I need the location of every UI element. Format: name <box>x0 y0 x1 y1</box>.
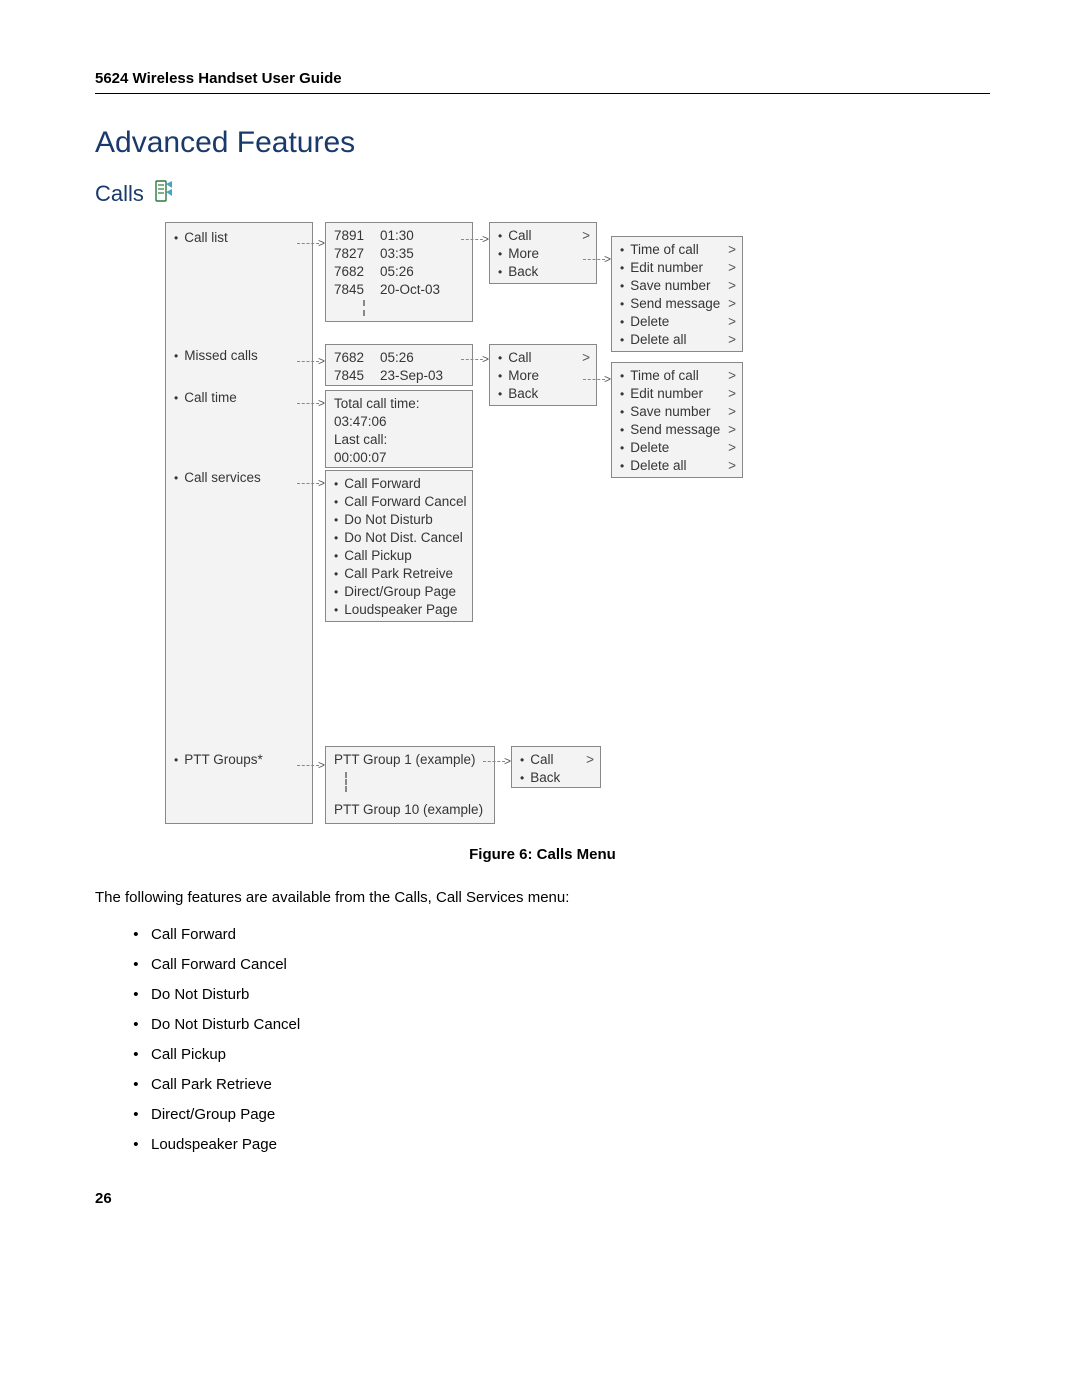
arrow-icon <box>297 758 325 772</box>
ptt-group-1: PTT Group 1 (example) <box>334 751 476 769</box>
arrow-icon <box>297 396 325 410</box>
feature-item: Do Not Disturb Cancel <box>151 1010 990 1040</box>
more-edit-number: Edit number <box>620 385 734 403</box>
heading-calls-text: Calls <box>95 181 144 207</box>
heading-calls: Calls <box>95 180 990 208</box>
service-call-forward-cancel: Call Forward Cancel <box>334 493 464 511</box>
call-time: 01:30 <box>380 228 414 243</box>
more-edit-number: Edit number <box>620 259 734 277</box>
main-menu-box: Call list Missed calls Call time Call se… <box>165 222 313 824</box>
feature-item: Call Forward Cancel <box>151 950 990 980</box>
service-call-forward: Call Forward <box>334 475 464 493</box>
feature-item: Loudspeaker Page <box>151 1130 990 1160</box>
submenu-call: Call <box>498 227 588 245</box>
missed-date: 23-Sep-03 <box>380 368 443 383</box>
feature-item: Call Park Retrieve <box>151 1070 990 1100</box>
missed-submenu-box: Call More Back <box>489 344 597 406</box>
more-options-box-2: Time of call Edit number Save number Sen… <box>611 362 743 478</box>
more-delete-all: Delete all <box>620 331 734 349</box>
submenu-back: Back <box>498 263 588 281</box>
arrow-icon <box>297 354 325 368</box>
missed-time: 05:26 <box>380 350 414 365</box>
more-send-message: Send message <box>620 421 734 439</box>
arrow-icon <box>297 476 325 490</box>
call-list-box: 789101:30 782703:35 768205:26 784520-Oct… <box>325 222 473 322</box>
arrow-icon <box>461 232 489 246</box>
menu-item-call-services: Call services <box>174 469 261 487</box>
feature-item: Direct/Group Page <box>151 1100 990 1130</box>
call-number: 7891 <box>334 227 380 245</box>
more-save-number: Save number <box>620 403 734 421</box>
service-call-park-retrieve: Call Park Retreive <box>334 565 464 583</box>
service-do-not-disturb: Do Not Disturb <box>334 511 464 529</box>
missed-number: 7845 <box>334 367 380 385</box>
feature-item: Call Pickup <box>151 1040 990 1070</box>
service-direct-group-page: Direct/Group Page <box>334 583 464 601</box>
arrow-icon <box>483 754 511 768</box>
more-delete: Delete <box>620 439 734 457</box>
call-time-box: Total call time: 03:47:06 Last call: 00:… <box>325 390 473 468</box>
ptt-group-10: PTT Group 10 (example) <box>334 801 483 819</box>
ptt-submenu-box: Call Back <box>511 746 601 788</box>
arrow-icon <box>583 372 611 386</box>
calltime-label-total: Total call time: <box>334 395 464 413</box>
arrow-icon <box>583 252 611 266</box>
submenu-back: Back <box>520 769 592 787</box>
ellipsis-icon <box>363 300 365 316</box>
menu-item-missed-calls: Missed calls <box>174 347 258 365</box>
call-number: 7827 <box>334 245 380 263</box>
call-number: 7845 <box>334 281 380 299</box>
menu-item-ptt-groups: PTT Groups* <box>174 751 263 769</box>
calls-menu-diagram: Call list Missed calls Call time Call se… <box>165 222 805 832</box>
call-time: 03:35 <box>380 246 414 261</box>
more-delete-all: Delete all <box>620 457 734 475</box>
submenu-call: Call <box>520 751 592 769</box>
ptt-groups-box: PTT Group 1 (example) PTT Group 10 (exam… <box>325 746 495 824</box>
submenu-more: More <box>498 245 588 263</box>
more-time-of-call: Time of call <box>620 367 734 385</box>
service-dnd-cancel: Do Not Dist. Cancel <box>334 529 464 547</box>
body-text: The following features are available fro… <box>95 887 990 908</box>
page-number: 26 <box>95 1190 990 1207</box>
missed-number: 7682 <box>334 349 380 367</box>
more-send-message: Send message <box>620 295 734 313</box>
submenu-call: Call <box>498 349 588 367</box>
call-date: 20-Oct-03 <box>380 282 440 297</box>
calltime-label-last: Last call: <box>334 431 464 449</box>
arrow-icon <box>461 352 489 366</box>
feature-item: Call Forward <box>151 920 990 950</box>
missed-calls-box: 768205:26 784523-Sep-03 <box>325 344 473 386</box>
menu-item-call-time: Call time <box>174 389 237 407</box>
more-time-of-call: Time of call <box>620 241 734 259</box>
more-options-box: Time of call Edit number Save number Sen… <box>611 236 743 352</box>
features-list: Call Forward Call Forward Cancel Do Not … <box>95 920 990 1160</box>
calltime-total-value: 03:47:06 <box>334 413 464 431</box>
call-number: 7682 <box>334 263 380 281</box>
call-submenu-box: Call More Back <box>489 222 597 284</box>
call-time: 05:26 <box>380 264 414 279</box>
ellipsis-icon <box>345 772 347 792</box>
calltime-last-value: 00:00:07 <box>334 449 464 467</box>
phone-book-icon <box>154 180 174 208</box>
submenu-back: Back <box>498 385 588 403</box>
submenu-more: More <box>498 367 588 385</box>
doc-header: 5624 Wireless Handset User Guide <box>95 70 990 94</box>
figure-caption: Figure 6: Calls Menu <box>95 846 990 863</box>
more-delete: Delete <box>620 313 734 331</box>
feature-item: Do Not Disturb <box>151 980 990 1010</box>
call-services-box: Call Forward Call Forward Cancel Do Not … <box>325 470 473 622</box>
service-loudspeaker-page: Loudspeaker Page <box>334 601 464 619</box>
arrow-icon <box>297 236 325 250</box>
more-save-number: Save number <box>620 277 734 295</box>
menu-item-call-list: Call list <box>174 229 228 247</box>
heading-advanced-features: Advanced Features <box>95 126 990 160</box>
service-call-pickup: Call Pickup <box>334 547 464 565</box>
